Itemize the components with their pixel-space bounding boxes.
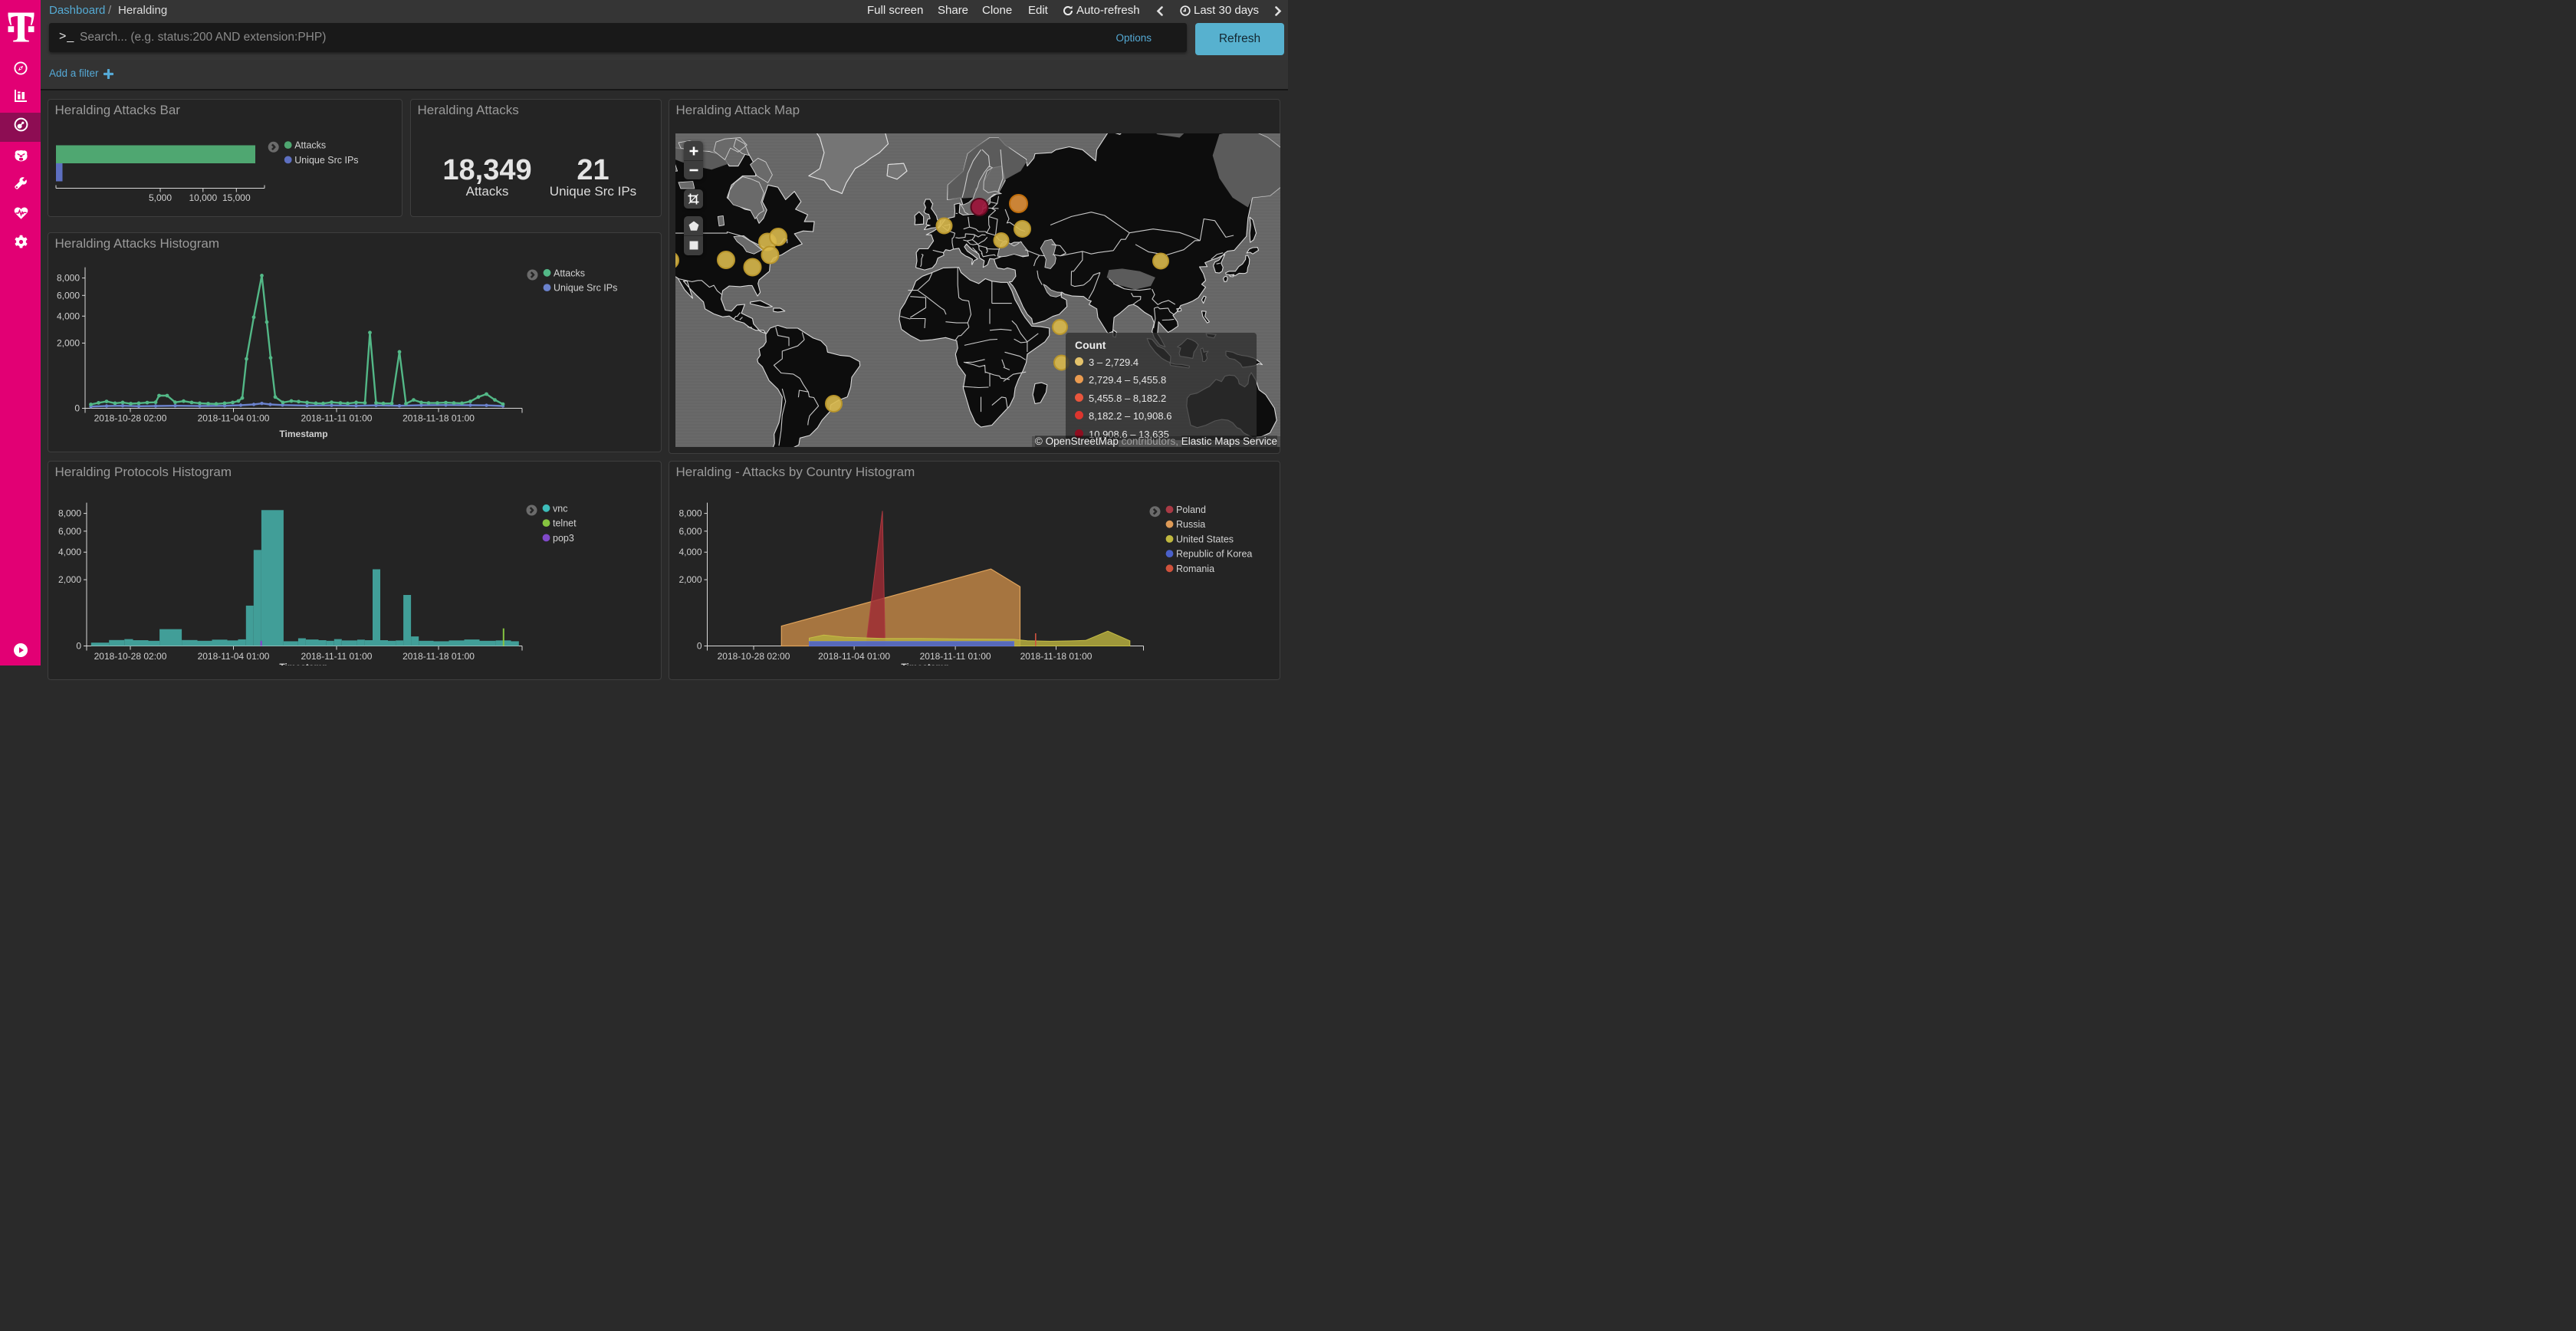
- svg-text:vnc: vnc: [553, 503, 567, 514]
- svg-text:2,000: 2,000: [58, 574, 80, 585]
- svg-text:0: 0: [696, 640, 702, 651]
- svg-text:Poland: Poland: [1176, 504, 1206, 515]
- svg-text:Unique Src IPs: Unique Src IPs: [554, 282, 617, 293]
- svg-text:2018-10-28 02:00: 2018-10-28 02:00: [94, 412, 166, 423]
- svg-text:2018-10-28 02:00: 2018-10-28 02:00: [94, 651, 166, 662]
- svg-text:2018-11-11 01:00: 2018-11-11 01:00: [919, 651, 991, 662]
- svg-text:8,000: 8,000: [678, 508, 702, 518]
- svg-text:10,000: 10,000: [189, 192, 217, 203]
- svg-text:4,000: 4,000: [58, 547, 80, 557]
- svg-text:15,000: 15,000: [222, 192, 250, 203]
- svg-text:Attacks: Attacks: [554, 268, 585, 278]
- svg-text:8,000: 8,000: [56, 272, 79, 283]
- svg-text:2018-11-04 01:00: 2018-11-04 01:00: [197, 651, 269, 662]
- svg-text:pop3: pop3: [553, 532, 574, 543]
- svg-text:2,000: 2,000: [678, 574, 702, 585]
- svg-text:2018-10-28 02:00: 2018-10-28 02:00: [717, 651, 790, 662]
- svg-text:2018-11-11 01:00: 2018-11-11 01:00: [301, 412, 372, 423]
- svg-text:Romania: Romania: [1176, 563, 1214, 573]
- svg-text:telnet: telnet: [553, 518, 577, 528]
- svg-text:4,000: 4,000: [56, 311, 79, 321]
- svg-text:0: 0: [74, 403, 80, 413]
- svg-text:Timestamp: Timestamp: [279, 662, 327, 666]
- svg-text:United States: United States: [1176, 534, 1234, 544]
- svg-text:2018-11-18 01:00: 2018-11-18 01:00: [1020, 651, 1092, 662]
- svg-text:5,000: 5,000: [148, 192, 171, 203]
- svg-text:Unique Src IPs: Unique Src IPs: [294, 154, 358, 165]
- svg-text:8,000: 8,000: [58, 508, 80, 518]
- svg-text:Russia: Russia: [1176, 519, 1205, 530]
- svg-text:6,000: 6,000: [678, 525, 702, 536]
- svg-text:0: 0: [76, 640, 81, 651]
- svg-text:6,000: 6,000: [56, 290, 79, 301]
- svg-text:Timestamp: Timestamp: [901, 662, 949, 666]
- svg-text:Timestamp: Timestamp: [279, 429, 327, 439]
- svg-text:2018-11-04 01:00: 2018-11-04 01:00: [197, 412, 269, 423]
- svg-text:2018-11-04 01:00: 2018-11-04 01:00: [818, 651, 890, 662]
- svg-text:Republic of Korea: Republic of Korea: [1176, 548, 1252, 559]
- svg-text:4,000: 4,000: [678, 547, 702, 557]
- svg-text:2018-11-18 01:00: 2018-11-18 01:00: [402, 651, 475, 662]
- svg-text:6,000: 6,000: [58, 525, 80, 536]
- svg-text:Attacks: Attacks: [294, 140, 326, 150]
- svg-text:2,000: 2,000: [56, 337, 79, 348]
- svg-text:2018-11-18 01:00: 2018-11-18 01:00: [402, 412, 475, 423]
- svg-text:2018-11-11 01:00: 2018-11-11 01:00: [301, 651, 372, 662]
